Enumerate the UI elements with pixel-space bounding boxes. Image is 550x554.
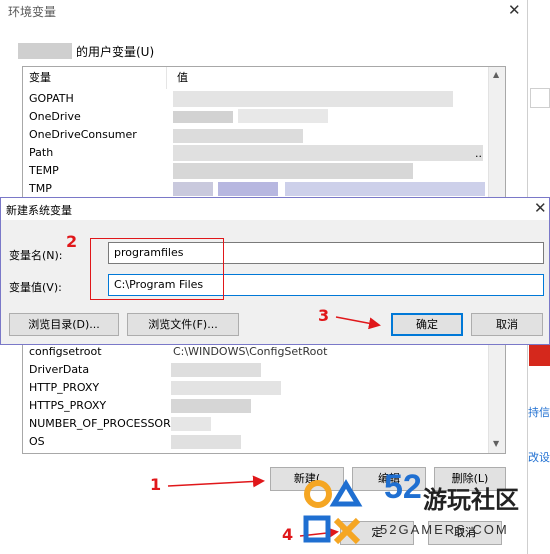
browse-file-button[interactable]: 浏览文件(F)... [127, 313, 239, 336]
background-box [530, 88, 550, 108]
annotation-number: 1 [150, 475, 162, 494]
list-item[interactable]: HTTP_PROXY [29, 379, 99, 397]
user-vars-label: 的用户变量(U) [18, 43, 154, 60]
close-icon[interactable]: ✕ [508, 1, 521, 19]
red-fragment [529, 344, 550, 366]
close-icon[interactable]: ✕ [534, 199, 547, 217]
blurred-value [171, 399, 251, 413]
list-item[interactable]: DriverData [29, 361, 89, 379]
list-item[interactable]: GOPATH [29, 90, 74, 108]
list-item[interactable]: TMP [29, 180, 52, 198]
cancel-button[interactable]: 取消 [471, 313, 543, 336]
column-header-value[interactable]: 值 [171, 67, 311, 89]
ok-button[interactable]: 确定 [391, 313, 463, 336]
blurred-value [171, 363, 261, 377]
annotation-highlight-box [90, 238, 224, 300]
list-item[interactable]: TEMP [29, 162, 59, 180]
column-header-variable[interactable]: 变量 [23, 67, 167, 89]
blurred-value [285, 182, 485, 196]
blurred-value [171, 435, 241, 449]
list-item[interactable]: OneDriveConsumer [29, 126, 137, 144]
watermark-number: 52 [384, 468, 422, 506]
blurred-value [171, 417, 211, 431]
blurred-value [173, 111, 233, 123]
dialog-title: 新建系统变量 [6, 204, 72, 217]
variable-value-label: 变量值(V): [9, 281, 62, 294]
scroll-down-icon[interactable]: ▼ [493, 439, 499, 448]
watermark-logo: 52 游玩社区 52GAMERS.COM [300, 468, 550, 554]
blurred-value [173, 182, 213, 196]
scroll-up-icon[interactable]: ▲ [493, 70, 499, 79]
blurred-value [171, 381, 281, 395]
blurred-value [218, 182, 278, 196]
browse-directory-button[interactable]: 浏览目录(D)... [9, 313, 119, 336]
list-item[interactable]: Path [29, 144, 53, 162]
blurred-value [173, 145, 483, 161]
list-item[interactable]: HTTPS_PROXY [29, 397, 106, 415]
annotation-number: 3 [318, 306, 330, 325]
system-list-scrollbar[interactable]: ▼ [488, 341, 505, 453]
watermark-url: 52GAMERS.COM [380, 522, 509, 537]
annotation-number: 4 [282, 525, 294, 544]
window-title: 环境变量 [8, 5, 57, 19]
list-item[interactable]: OS [29, 433, 45, 451]
watermark-brand: 游玩社区 [423, 486, 519, 514]
edge-text: 改设 [528, 451, 550, 464]
dialog-titlebar: 新建系统变量 ✕ [1, 198, 549, 220]
controller-logo-icon [303, 479, 363, 545]
annotation-number: 2 [66, 232, 78, 251]
blurred-value [173, 91, 453, 107]
user-vars-list[interactable]: 变量 值 GOPATH OneDrive OneDriveConsumer Pa… [22, 66, 506, 201]
list-item[interactable]: configsetroot [29, 343, 102, 361]
blurred-value [173, 129, 303, 143]
list-item[interactable]: NUMBER_OF_PROCESSORS [29, 415, 178, 433]
blurred-value [173, 163, 413, 179]
blurred-username [18, 43, 72, 59]
dialog-body: 变量名(N): programfiles 变量值(V): C:\Program … [1, 220, 549, 344]
system-vars-list[interactable]: configsetroot C:\WINDOWS\ConfigSetRoot D… [22, 340, 506, 454]
variable-name-label: 变量名(N): [9, 249, 63, 262]
list-item[interactable]: OneDrive [29, 108, 81, 126]
new-system-variable-dialog: 新建系统变量 ✕ 变量名(N): programfiles 变量值(V): C:… [0, 197, 550, 345]
user-list-scrollbar[interactable]: ▲ [488, 67, 505, 200]
path-ellipsis: .. [475, 147, 482, 160]
edge-text: 持信 [528, 406, 550, 419]
blurred-value [238, 109, 328, 123]
list-item-value: C:\WINDOWS\ConfigSetRoot [173, 345, 328, 358]
